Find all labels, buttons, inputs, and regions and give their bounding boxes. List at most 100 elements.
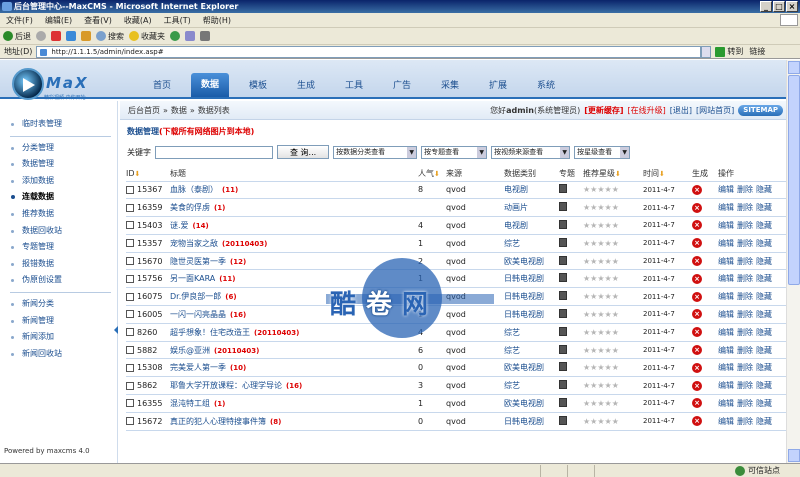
not-generated-icon[interactable]: × [692,416,702,427]
search-button[interactable]: 搜索 [96,31,124,42]
edit-link[interactable]: 编辑 [718,239,734,248]
topic-select[interactable]: 按专题查看 [421,145,488,159]
nav-ads[interactable]: 广告 [383,75,421,97]
cell-category[interactable]: 综艺 [504,234,559,253]
star-rating-icon[interactable]: ★★★★★ [583,274,619,283]
sidebar-item-news-add[interactable]: 新闻添加 [0,329,117,346]
row-title-link[interactable]: 耶鲁大学开放课程：心理学导论 [170,381,282,390]
not-generated-icon[interactable]: × [692,327,702,338]
sidebar-item-add-data[interactable]: 添加数据 [0,173,117,190]
go-button[interactable]: 转到 [715,46,743,57]
row-checkbox[interactable] [126,417,134,426]
row-title-link[interactable]: 宠物当家之敌 [170,239,218,248]
hide-link[interactable]: 隐藏 [756,239,772,248]
close-button[interactable]: × [786,1,798,12]
scroll-down-button[interactable] [788,449,800,462]
topic-icon[interactable] [559,219,567,229]
site-home-link[interactable]: [网站首页] [696,101,734,120]
delete-link[interactable]: 删除 [737,399,753,408]
nav-home[interactable]: 首页 [143,75,181,97]
hide-link[interactable]: 隐藏 [756,221,772,230]
topic-icon[interactable] [559,362,567,372]
breadcrumb-home[interactable]: 后台首页 [128,101,160,120]
edit-link[interactable]: 编辑 [718,221,734,230]
sidebar-item-temp-table[interactable]: 临时表管理 [0,116,117,133]
hide-link[interactable]: 隐藏 [756,381,772,390]
delete-link[interactable]: 删除 [737,310,753,319]
sidebar-item-recommend[interactable]: 推荐数据 [0,206,117,223]
delete-link[interactable]: 删除 [737,417,753,426]
cell-category[interactable]: 欧美电视剧 [504,394,559,413]
edit-link[interactable]: 编辑 [718,274,734,283]
not-generated-icon[interactable]: × [692,220,702,231]
row-title-link[interactable]: 血脉（泰剧） [170,185,218,194]
hide-link[interactable]: 隐藏 [756,399,772,408]
not-generated-icon[interactable]: × [692,309,702,320]
cell-category[interactable]: 综艺 [504,323,559,342]
row-checkbox[interactable] [126,185,134,194]
not-generated-icon[interactable]: × [692,291,702,302]
topic-icon[interactable] [559,184,567,194]
star-rating-icon[interactable]: ★★★★★ [583,185,619,194]
star-rating-icon[interactable]: ★★★★★ [583,346,619,355]
sidebar-item-serial-data[interactable]: 连载数据 [0,189,117,206]
download-images-link[interactable]: (下载所有网络图片到本地) [159,127,254,136]
col-id[interactable]: ID⬇ [126,166,170,182]
delete-link[interactable]: 删除 [737,203,753,212]
not-generated-icon[interactable]: × [692,273,702,284]
topic-icon[interactable] [559,415,567,425]
clear-cache-link[interactable]: [更新缓存] [584,101,623,120]
back-button[interactable]: 后退 [3,31,31,42]
row-title-link[interactable]: 完美爱人第一季 [170,363,226,372]
edit-link[interactable]: 编辑 [718,257,734,266]
cell-category[interactable]: 日韩电视剧 [504,305,559,324]
delete-link[interactable]: 删除 [737,346,753,355]
delete-link[interactable]: 删除 [737,292,753,301]
row-title-link[interactable]: 美食的俘虏 [170,203,210,212]
not-generated-icon[interactable]: × [692,184,702,195]
col-hits[interactable]: 人气⬇ [418,166,446,182]
keyword-input[interactable] [155,145,273,159]
menu-view[interactable]: 查看(V) [84,15,112,26]
nav-generate[interactable]: 生成 [287,75,325,97]
edit-link[interactable]: 编辑 [718,363,734,372]
topic-icon[interactable] [559,255,567,265]
delete-link[interactable]: 删除 [737,328,753,337]
collapse-sidebar-icon[interactable] [114,326,118,334]
star-rating-icon[interactable]: ★★★★★ [583,417,619,426]
delete-link[interactable]: 删除 [737,221,753,230]
menu-tools[interactable]: 工具(T) [164,15,191,26]
home-icon[interactable] [81,31,91,41]
sidebar-item-error-data[interactable]: 报错数据 [0,256,117,273]
menu-file[interactable]: 文件(F) [6,15,33,26]
row-title-link[interactable]: 一闪一闪亮晶晶 [170,310,226,319]
hide-link[interactable]: 隐藏 [756,310,772,319]
topic-icon[interactable] [559,326,567,336]
not-generated-icon[interactable]: × [692,256,702,267]
delete-link[interactable]: 删除 [737,239,753,248]
hide-link[interactable]: 隐藏 [756,328,772,337]
hide-link[interactable]: 隐藏 [756,203,772,212]
row-title-link[interactable]: 隐世灵医第一季 [170,257,226,266]
not-generated-icon[interactable]: × [692,345,702,356]
row-checkbox[interactable] [126,328,134,337]
not-generated-icon[interactable]: × [692,202,702,213]
sidebar-item-category[interactable]: 分类管理 [0,140,117,157]
row-checkbox[interactable] [126,203,134,212]
vertical-scrollbar[interactable] [786,60,800,463]
upgrade-link[interactable]: [在线升级] [628,101,666,120]
nav-data[interactable]: 数据 [191,73,229,97]
cell-category[interactable]: 日韩电视剧 [504,269,559,289]
row-title-link[interactable]: 混沌特工组 [170,399,210,408]
delete-link[interactable]: 删除 [737,381,753,390]
cell-category[interactable]: 欧美电视剧 [504,358,559,378]
row-checkbox[interactable] [126,274,134,283]
topic-icon[interactable] [559,344,567,354]
nav-extend[interactable]: 扩展 [479,75,517,97]
cell-category[interactable]: 电视剧 [504,216,559,235]
row-checkbox[interactable] [126,399,134,408]
topic-icon[interactable] [559,273,567,283]
row-title-link[interactable]: 另一面KARA [170,274,215,283]
scroll-thumb[interactable] [788,75,800,285]
delete-link[interactable]: 删除 [737,257,753,266]
